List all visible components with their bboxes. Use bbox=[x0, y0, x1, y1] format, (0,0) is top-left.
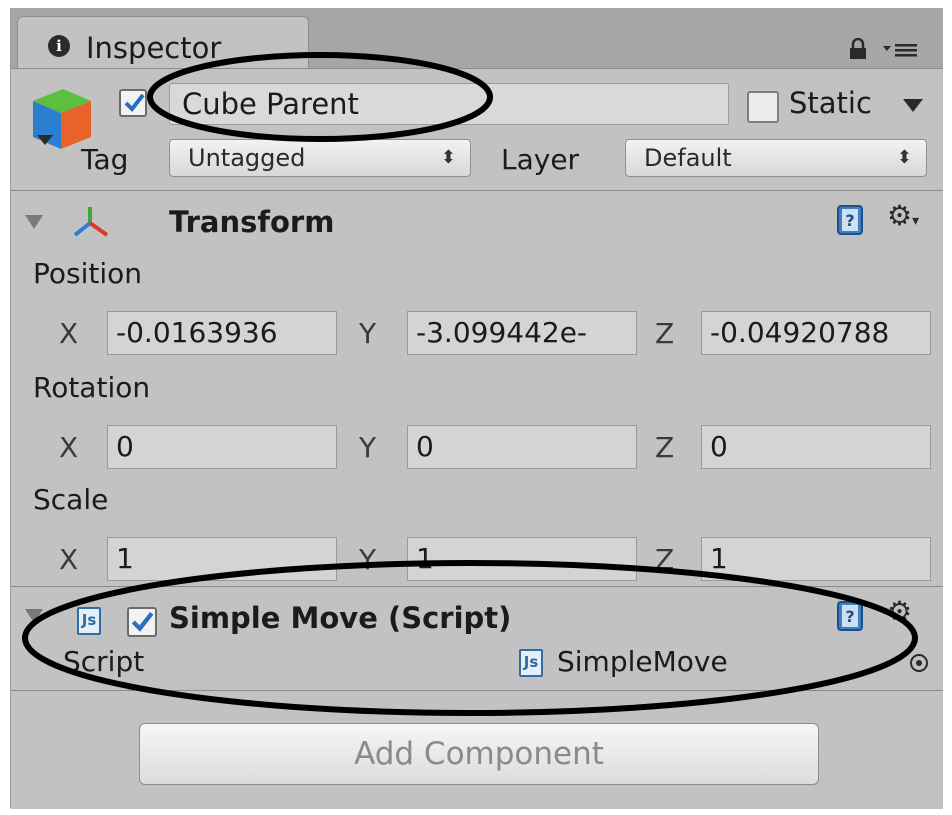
tag-label: Tag bbox=[81, 143, 129, 176]
script-field-value[interactable]: SimpleMove bbox=[557, 645, 728, 678]
position-y-label: Y bbox=[359, 317, 377, 350]
rotation-y-label: Y bbox=[359, 431, 377, 464]
tag-dropdown[interactable]: Untagged ⬍ bbox=[169, 139, 471, 177]
tab-inspector-label: Inspector bbox=[86, 31, 222, 65]
transform-component: Transform ? ⚙▾ Position X -0.0163936 Y -… bbox=[11, 190, 943, 587]
foldout-arrow-icon[interactable] bbox=[25, 215, 43, 229]
tag-dropdown-value: Untagged bbox=[188, 144, 306, 172]
rotation-x-label: X bbox=[59, 431, 79, 464]
updown-arrows-icon: ⬍ bbox=[896, 147, 912, 168]
help-book-icon[interactable]: ? bbox=[837, 601, 863, 631]
script-component-title: Simple Move (Script) bbox=[169, 601, 512, 635]
foldout-arrow-icon[interactable] bbox=[25, 609, 43, 623]
gear-icon[interactable]: ⚙▾ bbox=[887, 199, 919, 232]
updown-arrows-icon: ⬍ bbox=[440, 147, 456, 168]
svg-text:?: ? bbox=[845, 607, 854, 626]
scale-x-label: X bbox=[59, 543, 79, 576]
svg-text:?: ? bbox=[845, 211, 854, 230]
add-component-button[interactable]: Add Component bbox=[139, 723, 819, 785]
help-book-icon[interactable]: ? bbox=[837, 205, 863, 235]
position-x-field[interactable]: -0.0163936 bbox=[107, 311, 337, 355]
scale-y-field[interactable]: 1 bbox=[407, 537, 637, 581]
add-component-area: Add Component bbox=[11, 690, 943, 809]
scale-label: Scale bbox=[33, 483, 109, 516]
rotation-z-label: Z bbox=[655, 431, 675, 464]
rotation-y-field[interactable]: 0 bbox=[407, 425, 637, 469]
js-script-icon: Js bbox=[519, 649, 543, 677]
gear-icon[interactable]: ⚙ bbox=[887, 595, 912, 628]
lock-icon[interactable] bbox=[849, 38, 867, 60]
layer-dropdown-value: Default bbox=[644, 144, 732, 172]
scale-y-label: Y bbox=[359, 543, 377, 576]
game-object-header: Cube Parent Static Tag Untagged ⬍ Layer … bbox=[11, 68, 943, 191]
position-label: Position bbox=[33, 257, 143, 290]
transform-axes-icon bbox=[73, 207, 109, 237]
active-checkbox[interactable] bbox=[119, 89, 147, 117]
object-picker-icon[interactable] bbox=[909, 653, 929, 673]
static-label: Static bbox=[789, 86, 872, 120]
scale-z-field[interactable]: 1 bbox=[701, 537, 931, 581]
layer-label: Layer bbox=[501, 143, 580, 176]
rotation-label: Rotation bbox=[33, 371, 151, 404]
script-field-label: Script bbox=[63, 645, 145, 678]
static-dropdown-arrow-icon[interactable] bbox=[903, 99, 923, 112]
simple-move-script-component: Js Simple Move (Script) ? ⚙ Script Js Si… bbox=[11, 586, 943, 691]
static-checkbox[interactable] bbox=[747, 91, 779, 123]
rotation-x-field[interactable]: 0 bbox=[107, 425, 337, 469]
menu-icon[interactable] bbox=[883, 42, 917, 58]
layer-dropdown[interactable]: Default ⬍ bbox=[625, 139, 927, 177]
object-name-input[interactable]: Cube Parent bbox=[169, 83, 729, 125]
script-enabled-checkbox[interactable] bbox=[127, 607, 157, 637]
info-icon: i bbox=[48, 35, 70, 57]
position-z-label: Z bbox=[655, 317, 675, 350]
transform-title: Transform bbox=[169, 205, 335, 239]
inspector-window: i Inspector Cube Parent Static Tag Untag… bbox=[10, 8, 943, 809]
rotation-z-field[interactable]: 0 bbox=[701, 425, 931, 469]
tab-bar: i Inspector bbox=[11, 8, 943, 71]
scale-z-label: Z bbox=[655, 543, 675, 576]
position-x-label: X bbox=[59, 317, 79, 350]
js-script-icon: Js bbox=[77, 607, 101, 635]
position-y-field[interactable]: -3.099442e- bbox=[407, 311, 637, 355]
scale-x-field[interactable]: 1 bbox=[107, 537, 337, 581]
tab-inspector[interactable]: i Inspector bbox=[17, 16, 309, 71]
position-z-field[interactable]: -0.04920788 bbox=[701, 311, 931, 355]
